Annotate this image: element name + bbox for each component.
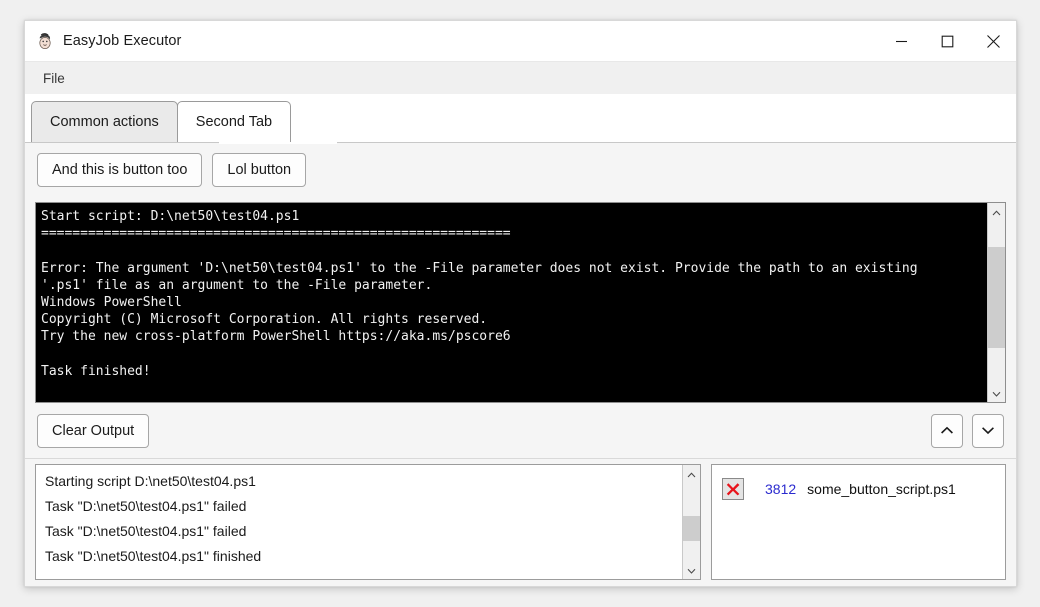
process-list[interactable]: 3812 some_button_script.ps1 bbox=[712, 465, 1005, 579]
tab-strip: Common actions Second Tab bbox=[25, 95, 1016, 142]
clear-output-button[interactable]: Clear Output bbox=[37, 413, 150, 448]
console-area: Start script: D:\net50\test04.ps1 ======… bbox=[25, 197, 1016, 403]
tab-common-actions[interactable]: Common actions bbox=[31, 101, 178, 142]
chevron-down-icon bbox=[687, 561, 696, 579]
list-item[interactable]: 3812 some_button_script.ps1 bbox=[712, 469, 1005, 500]
minimize-button[interactable] bbox=[878, 21, 924, 62]
bottom-panes: Starting script D:\net50\test04.ps1 Task … bbox=[25, 459, 1016, 586]
console-text: Start script: D:\net50\test04.ps1 ======… bbox=[41, 209, 918, 379]
window-controls bbox=[878, 21, 1016, 62]
and-this-is-button-too-button[interactable]: And this is button too bbox=[37, 153, 203, 187]
output-actions-bar: Clear Output bbox=[25, 403, 1016, 459]
red-x-icon bbox=[722, 478, 744, 500]
chevron-up-icon bbox=[940, 422, 954, 440]
console-scrollbar[interactable] bbox=[987, 203, 1005, 402]
list-item[interactable]: Task "D:\net50\test04.ps1" failed bbox=[36, 519, 682, 544]
maximize-button[interactable] bbox=[924, 21, 970, 62]
process-pid: 3812 bbox=[765, 481, 797, 497]
list-item[interactable]: Task "D:\net50\test04.ps1" finished bbox=[36, 544, 682, 569]
scroll-up-button[interactable] bbox=[931, 413, 963, 448]
log-scroll-thumb[interactable] bbox=[683, 515, 700, 541]
application-window: EasyJob Executor File Common actions Sec… bbox=[24, 20, 1017, 587]
list-item[interactable]: Task "D:\net50\test04.ps1" failed bbox=[36, 494, 682, 519]
scroll-down-button[interactable] bbox=[972, 413, 1004, 448]
chevron-down-icon bbox=[992, 384, 1001, 402]
app-icon bbox=[36, 32, 54, 50]
tab-content-panel: And this is button too Lol button bbox=[25, 142, 1016, 197]
log-list-scrollbar[interactable] bbox=[682, 465, 700, 579]
log-scroll-up-button[interactable] bbox=[683, 465, 700, 483]
console-scroll-track[interactable] bbox=[988, 221, 1005, 384]
title-bar: EasyJob Executor bbox=[25, 21, 1016, 62]
console-scroll-down-button[interactable] bbox=[988, 384, 1005, 402]
process-script-name: some_button_script.ps1 bbox=[807, 481, 956, 497]
chevron-up-icon bbox=[992, 203, 1001, 221]
chevron-up-icon bbox=[687, 465, 696, 483]
lol-button[interactable]: Lol button bbox=[212, 153, 307, 187]
console-output[interactable]: Start script: D:\net50\test04.ps1 ======… bbox=[35, 202, 1006, 403]
pane-splitter[interactable] bbox=[701, 464, 711, 580]
log-list[interactable]: Starting script D:\net50\test04.ps1 Task … bbox=[36, 465, 682, 579]
list-item[interactable]: Starting script D:\net50\test04.ps1 bbox=[36, 469, 682, 494]
chevron-down-icon bbox=[981, 422, 995, 440]
menu-item-file[interactable]: File bbox=[33, 62, 75, 95]
console-scroll-thumb[interactable] bbox=[988, 247, 1005, 349]
close-icon bbox=[986, 34, 1001, 49]
close-button[interactable] bbox=[970, 21, 1016, 62]
process-list-pane: 3812 some_button_script.ps1 bbox=[711, 464, 1006, 580]
tab-second-tab[interactable]: Second Tab bbox=[176, 101, 292, 142]
log-scroll-down-button[interactable] bbox=[683, 561, 700, 579]
maximize-icon bbox=[941, 35, 954, 48]
console-scroll-up-button[interactable] bbox=[988, 203, 1005, 221]
window-title: EasyJob Executor bbox=[63, 33, 182, 49]
menu-bar: File bbox=[25, 62, 1016, 95]
log-scroll-track[interactable] bbox=[683, 483, 700, 561]
log-list-pane: Starting script D:\net50\test04.ps1 Task … bbox=[35, 464, 701, 580]
minimize-icon bbox=[895, 35, 908, 48]
